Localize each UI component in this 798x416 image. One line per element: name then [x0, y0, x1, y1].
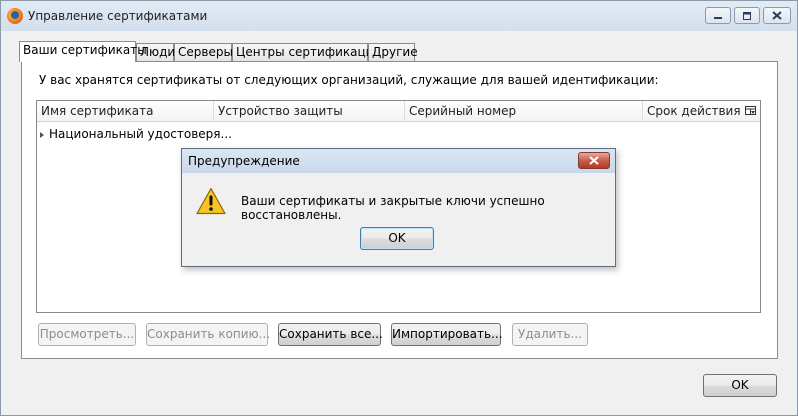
alert-body: Ваши сертификаты и закрытые ключи успешн…: [182, 173, 615, 266]
tree-row[interactable]: Национальный удостоверя...: [40, 126, 232, 143]
save-copy-button[interactable]: Сохранить копию...: [146, 323, 270, 346]
close-icon: [589, 156, 599, 165]
import-button[interactable]: Импортировать...: [391, 323, 503, 346]
close-button[interactable]: [763, 7, 791, 24]
expand-arrow-icon[interactable]: [40, 131, 44, 138]
tab-authorities[interactable]: Центры сертификации: [232, 43, 381, 61]
ok-button[interactable]: OK: [703, 374, 777, 397]
tree-header: Имя сертификата Устройство защиты Серийн…: [37, 101, 760, 122]
tab-servers[interactable]: Серверы: [174, 43, 233, 61]
minimize-button[interactable]: [705, 7, 731, 24]
alert-title: Предупреждение: [188, 154, 300, 168]
window-title: Управление сертификатами: [28, 9, 208, 23]
column-header-serial[interactable]: Серийный номер: [405, 101, 643, 121]
warning-icon: [196, 187, 226, 215]
close-icon: [772, 11, 782, 20]
maximize-button[interactable]: [734, 7, 760, 24]
firefox-icon: [7, 8, 23, 24]
view-button[interactable]: Просмотреть...: [38, 323, 136, 346]
maximize-icon: [743, 11, 751, 20]
alert-ok-button[interactable]: OK: [360, 227, 434, 250]
intro-text: У вас хранятся сертификаты от следующих …: [39, 73, 659, 87]
alert-close-button[interactable]: [578, 152, 610, 169]
alert-message: Ваши сертификаты и закрытые ключи успешн…: [241, 194, 545, 222]
column-picker-icon[interactable]: [745, 106, 756, 116]
alert-dialog: Предупреждение Ваши сертификаты и закрыт…: [181, 148, 616, 267]
minimize-icon: [714, 16, 722, 19]
save-all-button[interactable]: Сохранить все...: [278, 323, 383, 346]
delete-button[interactable]: Удалить...: [512, 323, 588, 346]
tab-your-certificates[interactable]: Ваши сертификаты: [19, 41, 147, 62]
alert-title-bar[interactable]: Предупреждение: [182, 149, 615, 173]
tab-others[interactable]: Другие: [368, 43, 418, 61]
column-header-device[interactable]: Устройство защиты: [214, 101, 405, 121]
title-bar[interactable]: Управление сертификатами: [1, 1, 797, 31]
column-header-expiry[interactable]: Срок действия: [643, 101, 743, 121]
tree-row-label: Национальный удостоверя...: [49, 127, 232, 141]
column-header-name[interactable]: Имя сертификата: [37, 101, 214, 121]
